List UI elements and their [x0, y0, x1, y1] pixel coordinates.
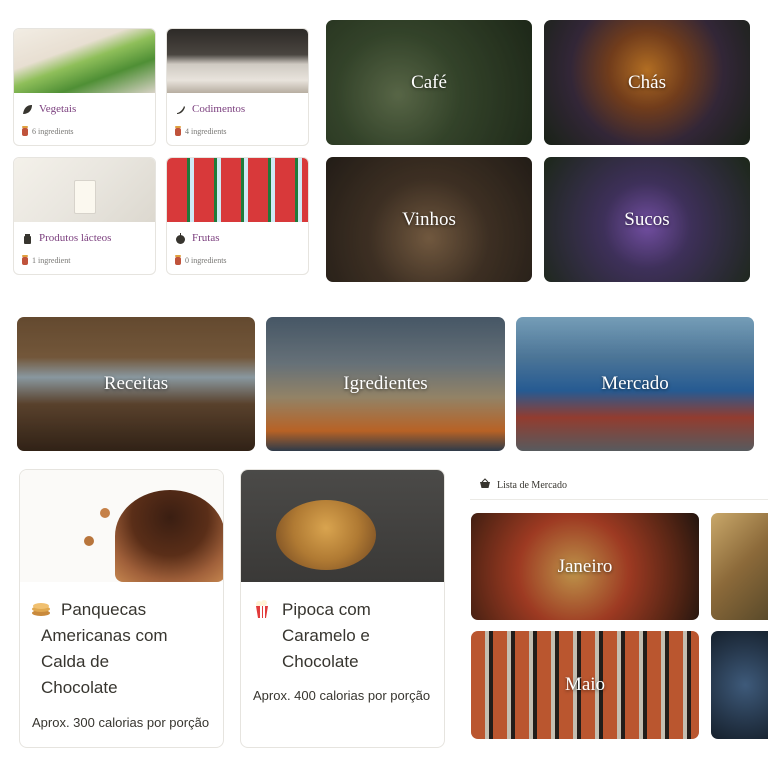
- tile-title: Mercado: [601, 373, 669, 394]
- category-count: 0 ingredients: [185, 256, 227, 265]
- shopping-list-header[interactable]: Lista de Mercado: [479, 478, 567, 492]
- jar-icon: [22, 254, 28, 265]
- food-image: [711, 631, 768, 739]
- tile-title: Receitas: [103, 373, 169, 394]
- tile-maio[interactable]: Maio: [471, 631, 699, 739]
- basket-icon: [479, 478, 491, 492]
- category-label: Produtos lácteos: [39, 232, 112, 244]
- tile-sucos[interactable]: Sucos: [544, 157, 750, 282]
- dairy-image: [14, 158, 155, 222]
- condiments-image: [167, 29, 308, 93]
- tile-vinhos[interactable]: Vinhos: [326, 157, 532, 282]
- popcorn-icon: [252, 599, 272, 619]
- tile-cafe[interactable]: Café: [326, 20, 532, 145]
- tile-janeiro[interactable]: Janeiro: [471, 513, 699, 620]
- tile-title: Igredientes: [343, 373, 428, 394]
- recipe-calories: Aprox. 300 calorias por porção: [32, 715, 210, 730]
- category-label: Vegetais: [39, 103, 77, 115]
- tile-title: Chás: [628, 71, 666, 93]
- milk-bottle-icon: [22, 233, 33, 244]
- fruits-image: [167, 158, 308, 222]
- tile-igredientes[interactable]: Igredientes: [266, 317, 505, 451]
- recipe-calories: Aprox. 400 calorias por porção: [253, 688, 431, 703]
- tile-title: Vinhos: [402, 208, 456, 230]
- shopping-list-title: Lista de Mercado: [497, 479, 567, 491]
- jar-icon: [175, 125, 181, 136]
- divider: [470, 499, 768, 500]
- tile-mercado[interactable]: Mercado: [516, 317, 754, 451]
- recipe-card-pipoca[interactable]: Pipoca com Caramelo e Chocolate Aprox. 4…: [240, 469, 445, 748]
- recipe-title: Pipoca com Caramelo e Chocolate: [282, 600, 371, 671]
- category-count: 1 ingredient: [32, 256, 71, 265]
- fruit-icon: [175, 232, 186, 244]
- category-count: 6 ingredients: [32, 127, 74, 136]
- category-card-laticinios[interactable]: Produtos lácteos 1 ingredient: [13, 157, 156, 275]
- category-card-codimentos[interactable]: Codimentos 4 ingredients: [166, 28, 309, 146]
- pancakes-image: [20, 470, 223, 582]
- recipe-title: Panquecas Americanas com Calda de Chocol…: [41, 600, 168, 697]
- category-label: Frutas: [192, 232, 220, 244]
- tile-partial-1[interactable]: [711, 513, 768, 620]
- tile-partial-2[interactable]: [711, 631, 768, 739]
- vegetables-image: [14, 29, 155, 93]
- jar-icon: [175, 254, 181, 265]
- tile-receitas[interactable]: Receitas: [17, 317, 255, 451]
- recipe-card-panquecas[interactable]: Panquecas Americanas com Calda de Chocol…: [19, 469, 224, 748]
- tile-title: Café: [411, 71, 447, 93]
- category-card-vegetais[interactable]: Vegetais 6 ingredients: [13, 28, 156, 146]
- category-label: Codimentos: [192, 103, 246, 115]
- tile-title: Sucos: [624, 208, 670, 230]
- category-count: 4 ingredients: [185, 127, 227, 136]
- tile-title: Maio: [564, 674, 606, 695]
- pepper-icon: [175, 104, 186, 115]
- tile-chas[interactable]: Chás: [544, 20, 750, 145]
- category-card-frutas[interactable]: Frutas 0 ingredients: [166, 157, 309, 275]
- pancake-icon: [31, 599, 51, 619]
- jar-icon: [22, 125, 28, 136]
- food-image: [711, 513, 768, 620]
- leaf-icon: [22, 104, 33, 115]
- popcorn-image: [241, 470, 444, 582]
- tile-title: Janeiro: [557, 555, 613, 577]
